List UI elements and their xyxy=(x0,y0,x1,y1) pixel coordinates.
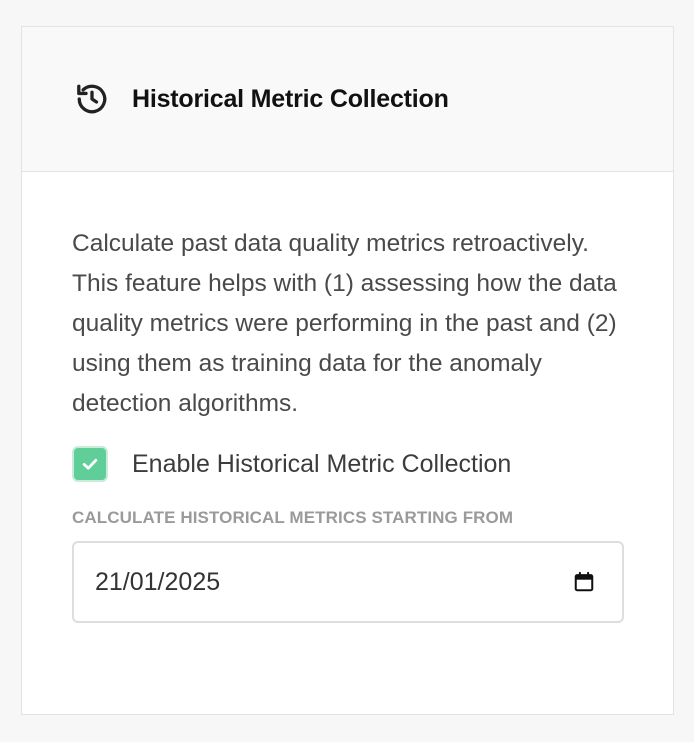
card-body: Calculate past data quality metrics retr… xyxy=(22,172,673,623)
start-date-label: CALCULATE HISTORICAL METRICS STARTING FR… xyxy=(72,508,514,527)
enable-historical-collection-row[interactable]: Enable Historical Metric Collection xyxy=(72,446,623,482)
card-header: Historical Metric Collection xyxy=(22,27,673,172)
description-text: Calculate past data quality metrics retr… xyxy=(72,230,617,417)
start-date-value[interactable]: 21/01/2025 xyxy=(95,568,220,597)
history-icon xyxy=(74,81,110,117)
enable-historical-collection-checkbox[interactable] xyxy=(72,446,108,482)
calendar-icon[interactable] xyxy=(572,570,596,594)
start-date-input[interactable]: 21/01/2025 xyxy=(72,541,624,623)
enable-historical-collection-label[interactable]: Enable Historical Metric Collection xyxy=(132,450,511,479)
checkmark-icon xyxy=(82,458,98,470)
card-title: Historical Metric Collection xyxy=(132,84,449,113)
historical-metric-card: Historical Metric Collection Calculate p… xyxy=(21,26,674,715)
